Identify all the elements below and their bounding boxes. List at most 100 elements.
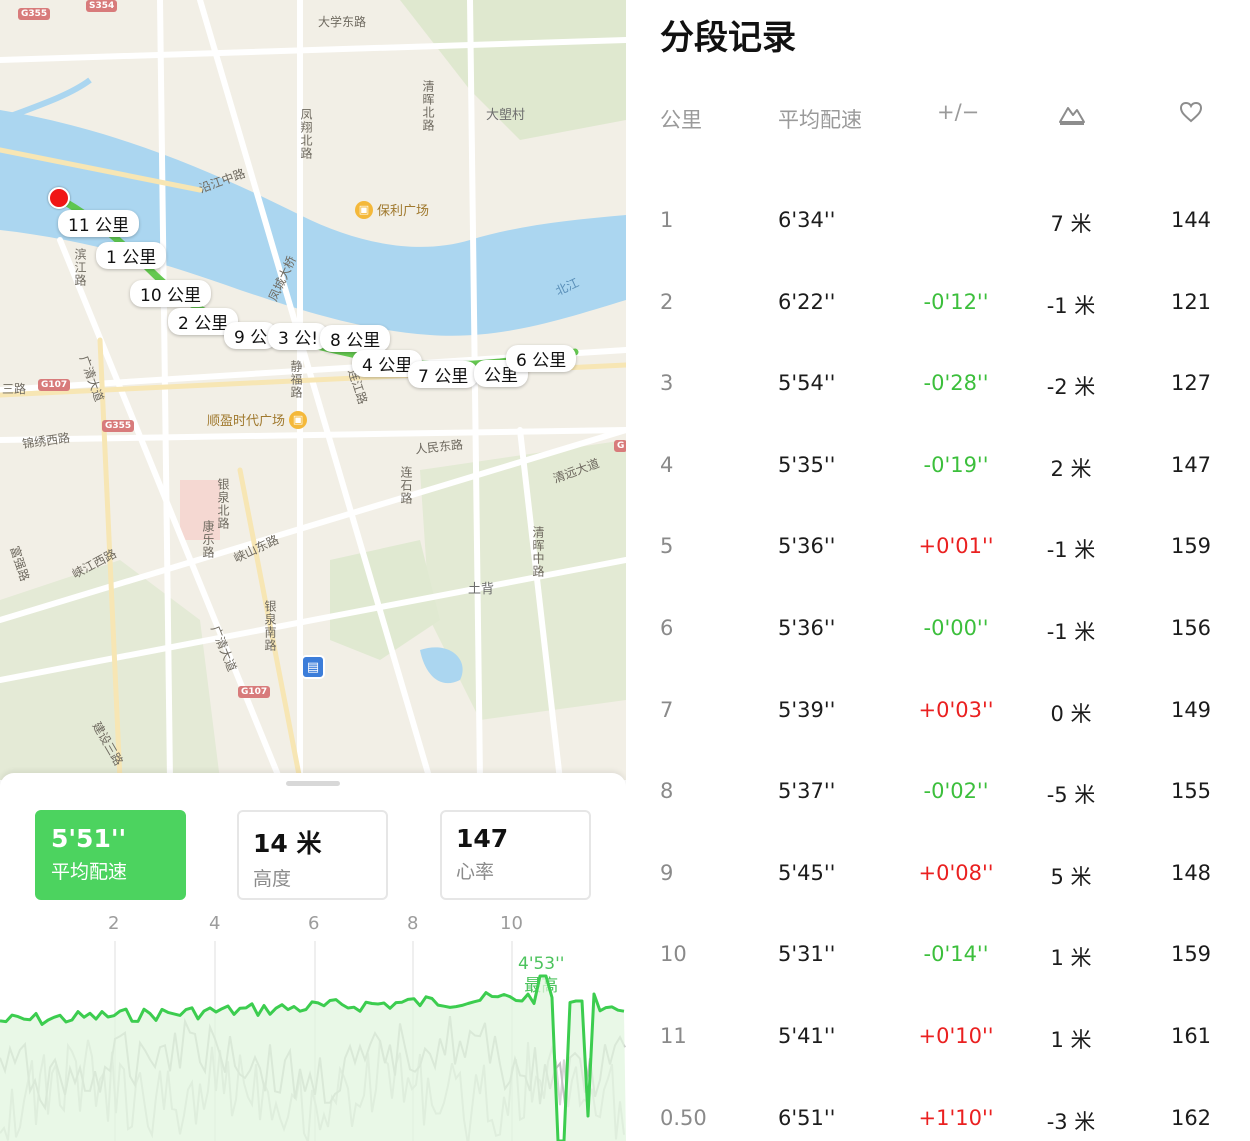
poi-shunying-plaza[interactable]: 顺盈时代广场 ▣ bbox=[207, 410, 308, 429]
split-pace: 6'22'' bbox=[778, 289, 836, 314]
split-elevation: 7 米 bbox=[1050, 212, 1092, 236]
split-pace-diff: +1'10'' bbox=[918, 1105, 994, 1130]
split-row[interactable]: 3 5'54'' -0'28'' -2 米 127 bbox=[626, 371, 1250, 411]
shopping-bag-icon: ▣ bbox=[289, 410, 308, 429]
split-heart-rate: 127 bbox=[1170, 371, 1212, 396]
pace-label: 平均配速 bbox=[51, 861, 128, 883]
split-elevation: -1 米 bbox=[1046, 538, 1096, 563]
elevation-stat-card[interactable]: 14 米 高度 bbox=[237, 810, 388, 900]
split-km: 6 bbox=[660, 616, 674, 640]
split-heart-rate: 155 bbox=[1170, 779, 1212, 804]
split-row[interactable]: 7 5'39'' +0'03'' 0 米 149 bbox=[626, 698, 1250, 738]
split-pace-diff: -0'02'' bbox=[923, 779, 989, 804]
split-elevation: 1 米 bbox=[1050, 946, 1092, 971]
split-elevation: -1 米 bbox=[1046, 620, 1096, 644]
pace-stat-card[interactable]: 5'51'' 平均配速 bbox=[35, 810, 186, 900]
pace-chart[interactable] bbox=[0, 941, 626, 1141]
km-marker[interactable]: 10 公里 bbox=[130, 280, 212, 307]
split-pace-diff: -0'00'' bbox=[923, 616, 989, 640]
split-elevation: 2 米 bbox=[1050, 456, 1092, 481]
split-heart-rate: 161 bbox=[1170, 1024, 1212, 1048]
sheet-grabber-handle[interactable] bbox=[286, 781, 340, 786]
road-label: 静福路 bbox=[289, 360, 303, 399]
split-km: 4 bbox=[660, 452, 674, 477]
road-label: 连石路 bbox=[399, 466, 413, 505]
column-header-pace: 平均配速 bbox=[778, 108, 862, 132]
pace-value: 5'51'' bbox=[51, 824, 127, 853]
km-marker[interactable]: 1 公里 bbox=[96, 242, 167, 269]
split-elevation: -3 米 bbox=[1046, 1109, 1096, 1134]
split-elevation: -5 米 bbox=[1046, 783, 1096, 808]
route-map[interactable]: 大学东路 凤翔北路 清晖北路 沿江中路 凤城大桥 滨江路 广清大道 静福路 锦绣… bbox=[0, 0, 626, 780]
split-heart-rate: 148 bbox=[1170, 860, 1212, 885]
splits-panel: 分段记录 公里 平均配速 +/− 1 6'34'' 7 米 144 2 6'22'' -0'… bbox=[626, 0, 1250, 1141]
split-pace: 5'36'' bbox=[778, 534, 836, 559]
split-pace-diff: -0'28'' bbox=[923, 371, 989, 396]
split-row[interactable]: 8 5'37'' -0'02'' -5 米 155 bbox=[626, 779, 1250, 819]
highway-shield: G355 bbox=[18, 8, 51, 20]
split-pace: 5'41'' bbox=[778, 1024, 836, 1048]
poi-poly-plaza[interactable]: ▣ 保利广场 bbox=[355, 200, 429, 219]
km-marker[interactable]: 8 公里 bbox=[320, 325, 391, 352]
split-pace-diff: +0'03'' bbox=[918, 697, 994, 722]
shopping-bag-icon: ▣ bbox=[355, 200, 373, 219]
split-elevation: 1 米 bbox=[1050, 1028, 1092, 1052]
split-pace: 6'51'' bbox=[778, 1105, 836, 1130]
heart-rate-stat-card[interactable]: 147 心率 bbox=[440, 810, 591, 900]
split-heart-rate: 149 bbox=[1170, 697, 1212, 722]
highway-shield: S354 bbox=[86, 0, 118, 12]
split-pace: 5'37'' bbox=[778, 779, 836, 804]
x-tick-label: 6 bbox=[308, 913, 320, 934]
split-km: 5 bbox=[660, 534, 674, 559]
split-pace: 5'39'' bbox=[778, 697, 836, 722]
split-pace-diff: +0'08'' bbox=[918, 860, 994, 885]
metro-station-icon[interactable]: ▤ bbox=[301, 655, 325, 679]
road-label: 大学东路 bbox=[318, 15, 367, 29]
split-km: 1 bbox=[660, 208, 674, 232]
km-marker[interactable]: 11 公里 bbox=[58, 210, 140, 237]
split-pace-diff: -0'19'' bbox=[923, 452, 989, 477]
elevation-label: 高度 bbox=[253, 868, 292, 890]
split-row[interactable]: 10 5'31'' -0'14'' 1 米 159 bbox=[626, 942, 1250, 982]
km-marker[interactable]: 6 公里 bbox=[506, 345, 577, 372]
split-km: 10 bbox=[660, 942, 687, 967]
heart-rate-value: 147 bbox=[456, 824, 509, 853]
split-pace: 5'54'' bbox=[778, 371, 836, 396]
split-elevation: 5 米 bbox=[1050, 864, 1092, 889]
road-label: 康乐路 bbox=[201, 520, 215, 559]
split-heart-rate: 144 bbox=[1170, 208, 1212, 232]
km-marker[interactable]: 7 公里 bbox=[408, 361, 479, 388]
split-row[interactable]: 1 6'34'' 7 米 144 bbox=[626, 208, 1250, 248]
split-row[interactable]: 11 5'41'' +0'10'' 1 米 161 bbox=[626, 1024, 1250, 1064]
split-row[interactable]: 0.50 6'51'' +1'10'' -3 米 162 bbox=[626, 1106, 1250, 1141]
split-pace-diff: -0'12'' bbox=[923, 289, 989, 314]
highway-shield: G107 bbox=[38, 379, 71, 391]
split-pace: 5'35'' bbox=[778, 452, 836, 477]
split-heart-rate: 156 bbox=[1170, 616, 1212, 640]
x-tick-label: 10 bbox=[500, 913, 523, 934]
split-heart-rate: 121 bbox=[1170, 289, 1212, 314]
split-elevation: -2 米 bbox=[1046, 375, 1096, 400]
split-row[interactable]: 6 5'36'' -0'00'' -1 米 156 bbox=[626, 616, 1250, 656]
split-km: 7 bbox=[660, 697, 674, 722]
splits-title: 分段记录 bbox=[660, 18, 796, 58]
split-km: 0.50 bbox=[660, 1105, 707, 1130]
start-point-marker[interactable] bbox=[48, 187, 70, 209]
split-km: 11 bbox=[660, 1024, 687, 1048]
poi-label: 保利广场 bbox=[377, 204, 430, 219]
mountain-icon bbox=[1058, 100, 1086, 130]
split-row[interactable]: 2 6'22'' -0'12'' -1 米 121 bbox=[626, 290, 1250, 330]
split-row[interactable]: 9 5'45'' +0'08'' 5 米 148 bbox=[626, 861, 1250, 901]
split-km: 8 bbox=[660, 779, 674, 804]
road-label: 凤翔北路 bbox=[299, 108, 313, 160]
split-km: 9 bbox=[660, 860, 674, 885]
split-row[interactable]: 4 5'35'' -0'19'' 2 米 147 bbox=[626, 453, 1250, 493]
split-row[interactable]: 5 5'36'' +0'01'' -1 米 159 bbox=[626, 534, 1250, 574]
split-heart-rate: 159 bbox=[1170, 534, 1212, 559]
x-tick-label: 2 bbox=[108, 913, 120, 934]
split-pace: 5'31'' bbox=[778, 942, 836, 967]
stats-sheet: 5'51'' 平均配速 14 米 高度 147 心率 2 4 6 8 10 4'… bbox=[0, 773, 626, 1141]
split-heart-rate: 162 bbox=[1170, 1105, 1212, 1130]
split-pace-diff: +0'10'' bbox=[918, 1024, 994, 1048]
split-elevation: 0 米 bbox=[1050, 701, 1092, 726]
